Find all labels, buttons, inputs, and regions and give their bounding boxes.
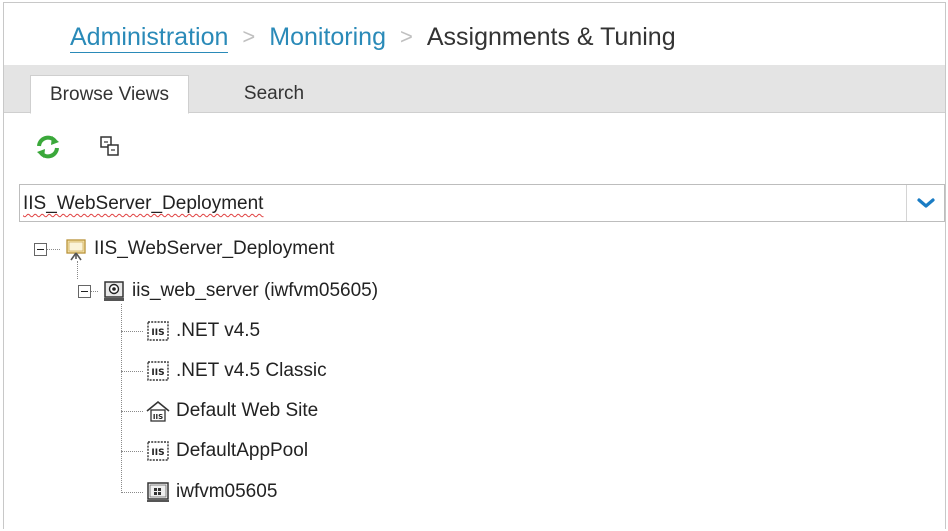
svg-text:IIS: IIS [151,368,164,378]
svg-text:IIS: IIS [151,448,164,458]
breadcrumb-administration[interactable]: Administration [70,22,229,53]
tree-connector [121,331,143,332]
iis-app-pool-icon: IIS [147,441,169,461]
toolbar [4,115,945,175]
tree-node-label: Default Web Site [176,400,319,421]
windows-node-icon [147,482,169,502]
tree-connector [121,492,143,493]
view-select-dropdown-button[interactable] [906,185,944,221]
svg-text:IIS: IIS [151,328,164,338]
chevron-down-icon [916,198,935,208]
tree-node-label: .NET v4.5 [176,320,261,341]
view-select[interactable]: IIS_WebServer_Deployment [19,184,945,222]
tree-connector [121,451,143,452]
tree-node-windows-node[interactable]: iwfvm05605 [146,476,277,508]
deployment-view-icon [66,239,86,261]
tab-bar: Browse Views Search [4,65,945,114]
tree-connector [121,371,143,372]
tree-node-app-pool[interactable]: IIS .NET v4.5 [146,315,260,347]
view-tree: IIS_WebServer_Deployment iis_web_server … [4,228,945,528]
breadcrumb-current-page: Assignments & Tuning [426,22,676,51]
tree-node-label: IIS_WebServer_Deployment [94,238,335,259]
server-icon [104,281,124,301]
breadcrumb-separator: > [242,24,256,49]
collapse-toggle[interactable] [78,285,91,298]
iis-app-pool-icon: IIS [147,321,169,341]
tree-node-web-site[interactable]: IIS Default Web Site [146,395,318,427]
tree-node-label: iis_web_server (iwfvm05605) [132,280,379,301]
tab-search[interactable]: Search [209,75,339,113]
tree-node-label: .NET v4.5 Classic [176,360,327,381]
view-select-value: IIS_WebServer_Deployment [23,193,264,214]
refresh-icon [37,135,59,159]
tree-node-deployment-view[interactable]: IIS_WebServer_Deployment [64,233,334,265]
tree-node-app-pool[interactable]: IIS DefaultAppPool [146,435,308,467]
iis-app-pool-icon: IIS [147,361,169,381]
breadcrumb: Administration > Monitoring > Assignment… [70,19,676,55]
breadcrumb-separator: > [400,24,413,49]
iis-web-site-icon: IIS [146,400,170,422]
refresh-button[interactable] [34,133,62,161]
tree-node-label: DefaultAppPool [176,440,309,461]
tree-connector [121,304,122,493]
tree-connector [121,411,143,412]
tree-node-app-pool[interactable]: IIS .NET v4.5 Classic [146,355,327,387]
svg-text:IIS: IIS [153,413,163,421]
tree-node-server[interactable]: iis_web_server (iwfvm05605) [102,275,378,307]
assignments-panel: Administration > Monitoring > Assignment… [3,2,946,529]
tree-node-label: iwfvm05605 [176,481,278,502]
collapse-toggle[interactable] [34,243,47,256]
expand-all-button[interactable] [96,133,124,161]
tab-browse-views[interactable]: Browse Views [30,75,189,114]
expand-all-icon [100,136,119,156]
breadcrumb-monitoring[interactable]: Monitoring [269,23,386,52]
